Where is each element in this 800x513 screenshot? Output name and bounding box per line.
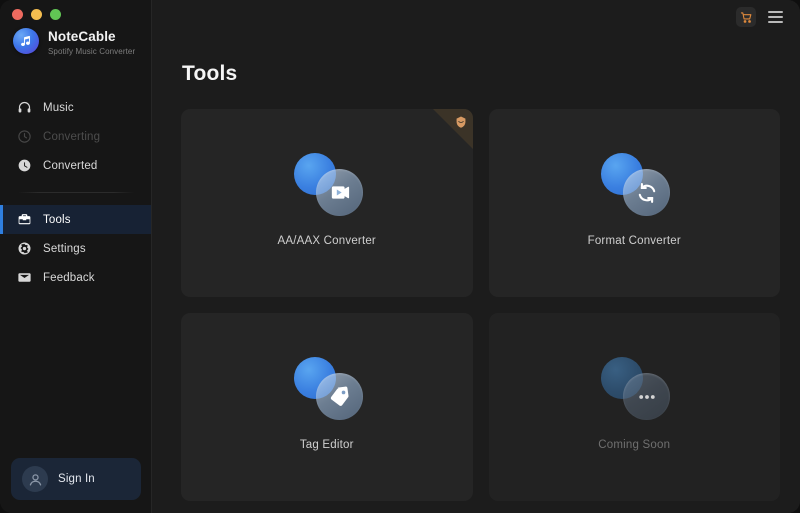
tool-icon (601, 357, 671, 420)
hamburger-menu-icon[interactable] (768, 9, 786, 25)
sidebar-item-settings[interactable]: Settings (0, 234, 151, 263)
top-bar (152, 0, 800, 34)
toolbox-icon (16, 212, 32, 228)
audible-badge-icon (454, 114, 469, 129)
tool-card-label: Tag Editor (299, 439, 354, 451)
refresh-sync-icon (623, 169, 671, 216)
play-video-icon (315, 169, 363, 216)
application-window: NoteCable Spotify Music Converter Music (0, 0, 800, 513)
sign-in-button[interactable]: Sign In (11, 458, 141, 500)
brand-subtitle: Spotify Music Converter (48, 47, 136, 56)
gear-icon (16, 241, 32, 257)
brand-name: NoteCable (48, 29, 116, 44)
sidebar-item-label: Converted (43, 159, 98, 172)
page-title: Tools (182, 62, 238, 85)
sidebar-item-music[interactable]: Music (0, 93, 151, 122)
shopping-cart-icon[interactable] (736, 7, 756, 27)
sidebar-item-tools[interactable]: Tools (0, 205, 151, 234)
tool-card-label: Format Converter (587, 235, 681, 247)
converting-icon (16, 129, 32, 145)
tools-grid: AA/AAX Converter Format Converter Tag Ed… (181, 109, 780, 501)
price-tag-icon (315, 373, 363, 420)
sidebar-item-label: Tools (43, 213, 71, 226)
tool-card-coming-soon: Coming Soon (488, 313, 780, 501)
tool-card-label: Coming Soon (598, 439, 671, 451)
sidebar-item-label: Music (43, 101, 74, 114)
sidebar-item-label: Converting (43, 130, 101, 143)
close-window-button[interactable] (12, 9, 23, 20)
window-controls (12, 9, 61, 20)
tool-card-label: AA/AAX Converter (277, 235, 376, 247)
maximize-window-button[interactable] (50, 9, 61, 20)
sidebar-navigation: Music Converting Converted Tools Setting… (0, 93, 151, 292)
tool-icon (293, 357, 363, 420)
headphones-icon (16, 100, 32, 116)
brand-header: NoteCable Spotify Music Converter (13, 28, 135, 56)
tool-card-aa-aax-converter[interactable]: AA/AAX Converter (181, 109, 473, 297)
audible-badge (432, 109, 473, 149)
sidebar-item-label: Settings (43, 242, 86, 255)
sidebar-item-converting[interactable]: Converting (0, 122, 151, 151)
sidebar-item-feedback[interactable]: Feedback (0, 263, 151, 292)
tool-icon (293, 153, 363, 216)
clock-icon (16, 158, 32, 174)
main-content: Tools AA/AAX Converter Format Converter … (152, 0, 800, 513)
tool-card-format-converter[interactable]: Format Converter (488, 109, 780, 297)
sidebar-divider (18, 192, 135, 193)
ellipsis-icon (623, 373, 671, 420)
sidebar: NoteCable Spotify Music Converter Music (0, 0, 152, 513)
tool-icon (601, 153, 671, 216)
sidebar-item-converted[interactable]: Converted (0, 151, 151, 180)
user-avatar-icon (22, 466, 48, 492)
tool-card-tag-editor[interactable]: Tag Editor (181, 313, 473, 501)
minimize-window-button[interactable] (31, 9, 42, 20)
sidebar-item-label: Feedback (43, 271, 95, 284)
sign-in-label: Sign In (58, 473, 95, 485)
music-note-icon (13, 28, 39, 54)
envelope-icon (16, 270, 32, 286)
